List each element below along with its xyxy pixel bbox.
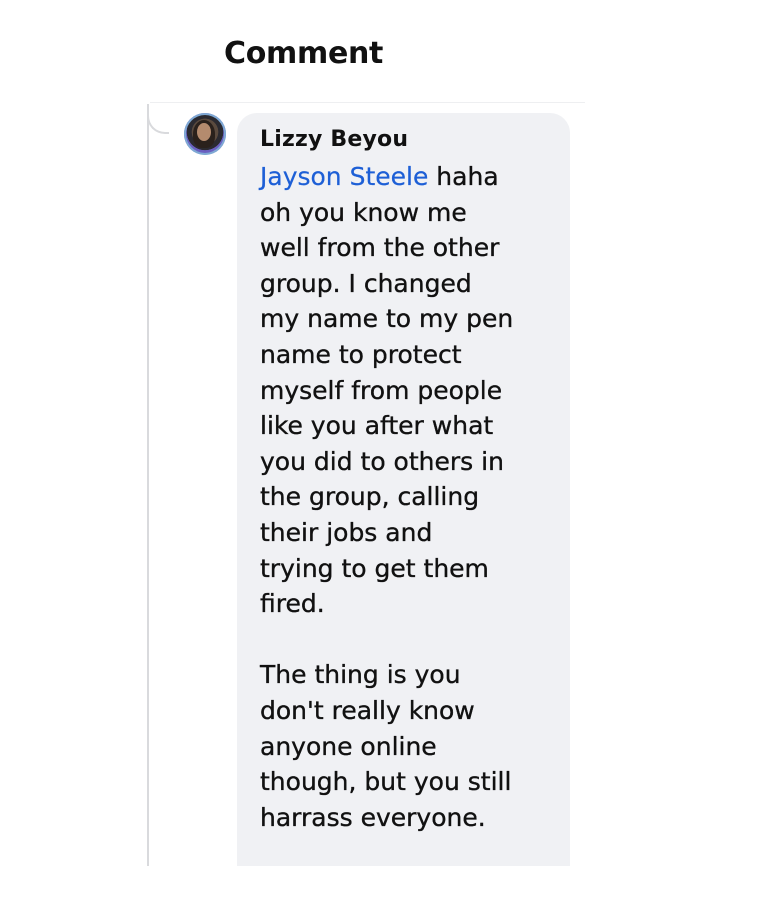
comment-line: like you after what bbox=[260, 411, 494, 441]
avatar-face-icon bbox=[197, 123, 211, 141]
thread-connector-curve bbox=[147, 104, 169, 134]
comment-line: harrass everyone. bbox=[260, 802, 486, 832]
comment-author-name[interactable]: Lizzy Beyou bbox=[260, 127, 408, 152]
comment-line: fired. bbox=[260, 589, 325, 619]
thread-connector-line bbox=[147, 104, 149, 866]
comment-line: my name to my pen bbox=[260, 304, 514, 334]
comment-line: group. I changed bbox=[260, 268, 472, 298]
comment-line: oh you know me bbox=[260, 197, 467, 227]
comment-line: anyone online bbox=[260, 731, 437, 761]
comment-body: Jayson Steele haha oh you know me well f… bbox=[260, 159, 560, 835]
comment-line: you did to others in bbox=[260, 446, 504, 476]
comment-line: The thing is you bbox=[260, 660, 461, 690]
comment-page: Comment Lizzy Beyou Jayson Steele haha o… bbox=[0, 0, 775, 900]
comment-line: don't really know bbox=[260, 695, 475, 725]
comment-line: the group, calling bbox=[260, 482, 480, 512]
mention-link[interactable]: Jayson Steele bbox=[260, 162, 429, 191]
comment-line-first: Jayson Steele haha bbox=[260, 159, 560, 195]
divider bbox=[150, 102, 585, 103]
comment-line: their jobs and bbox=[260, 517, 433, 547]
comment-line: trying to get them bbox=[260, 553, 489, 583]
comment-line: myself from people bbox=[260, 375, 503, 405]
page-title: Comment bbox=[224, 36, 384, 71]
avatar[interactable] bbox=[184, 113, 226, 155]
comment-line: name to protect bbox=[260, 339, 462, 369]
comment-line-first-rest: haha bbox=[428, 162, 499, 191]
comment-line: though, but you still bbox=[260, 767, 512, 797]
comment-line: well from the other bbox=[260, 233, 500, 263]
